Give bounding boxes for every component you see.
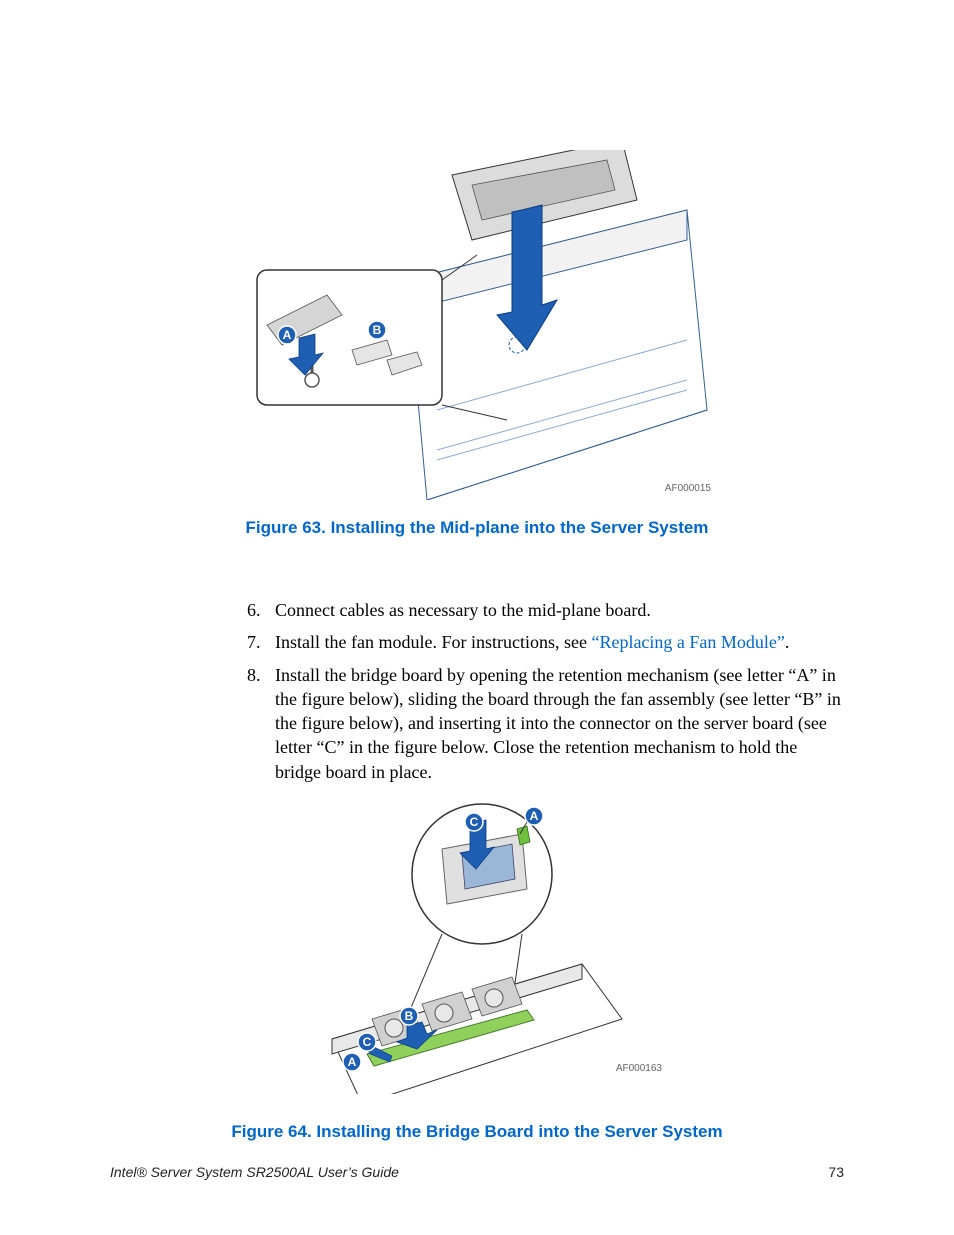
figure-63-svg: A B xyxy=(237,150,717,500)
fig64-bot-c-label: C xyxy=(363,1035,372,1049)
callout-b-label: B xyxy=(373,323,382,337)
figure-63-id: AF000015 xyxy=(665,483,711,494)
instruction-list: Connect cables as necessary to the mid-p… xyxy=(110,598,844,784)
figure-63-area: A B AF000015 Figure 63. Installing the M… xyxy=(110,150,844,568)
step-8-text: Install the bridge board by opening the … xyxy=(275,665,841,782)
document-page: A B AF000015 Figure 63. Installing the M… xyxy=(0,0,954,1235)
footer-title: Intel® Server System SR2500AL User’s Gui… xyxy=(110,1164,399,1180)
fig64-top-a-label: A xyxy=(530,809,539,823)
figure-64-caption: Figure 64. Installing the Bridge Board i… xyxy=(231,1122,722,1142)
fig64-bot-a-label: A xyxy=(348,1055,357,1069)
step-7-text-before: Install the fan module. For instructions… xyxy=(275,632,591,652)
figure-64-area: A C A B C AF000163 Figure 64. Installing… xyxy=(110,794,844,1142)
fig64-top-c-label: C xyxy=(470,815,479,829)
figure-64-svg: A C A B C xyxy=(312,794,642,1094)
figure-63-image: A B AF000015 xyxy=(237,150,717,500)
figure-64-id: AF000163 xyxy=(616,1063,662,1074)
callout-a-label: A xyxy=(283,328,292,342)
fig64-bot-b-label: B xyxy=(405,1009,414,1023)
figure-64-image: A C A B C AF000163 xyxy=(312,794,642,1094)
page-footer: Intel® Server System SR2500AL User’s Gui… xyxy=(110,1164,844,1180)
step-6: Connect cables as necessary to the mid-p… xyxy=(265,598,844,622)
step-6-text: Connect cables as necessary to the mid-p… xyxy=(275,600,651,620)
step-8: Install the bridge board by opening the … xyxy=(265,663,844,784)
step-7-link[interactable]: “Replacing a Fan Module” xyxy=(591,632,784,652)
figure-63-caption: Figure 63. Installing the Mid-plane into… xyxy=(246,518,709,538)
step-7-text-after: . xyxy=(785,632,790,652)
footer-page-number: 73 xyxy=(828,1164,844,1180)
step-7: Install the fan module. For instructions… xyxy=(265,630,844,654)
